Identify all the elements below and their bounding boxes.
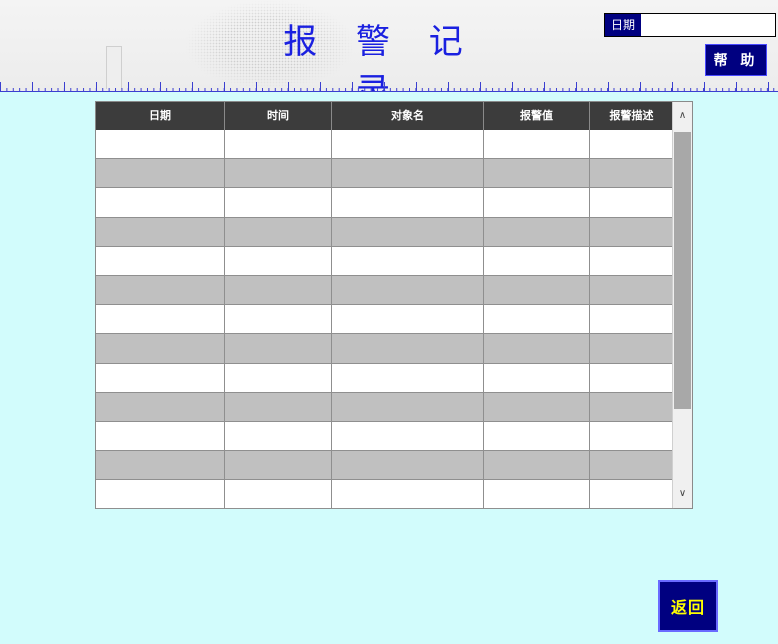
table-cell (225, 130, 332, 159)
table-cell (225, 480, 332, 509)
table-cell (96, 363, 225, 392)
table-cell (332, 246, 484, 275)
table-cell (332, 188, 484, 217)
header-banner: 报 警 记 录 日期 帮 助 (0, 0, 778, 92)
table-cell (96, 130, 225, 159)
vertical-scrollbar[interactable]: ∧ ∨ (672, 102, 692, 508)
table-row[interactable] (96, 159, 674, 189)
table-body (96, 130, 674, 510)
table-cell (590, 451, 674, 480)
column-header-alarm-value[interactable]: 报警值 (484, 102, 590, 130)
alarm-record-table[interactable]: 日期 时间 对象名 报警值 报警描述 ∧ ∨ (95, 101, 693, 510)
table-cell (96, 159, 225, 188)
table-cell (332, 275, 484, 305)
table-cell (96, 421, 225, 451)
table-cell (225, 363, 332, 392)
table-row[interactable] (96, 363, 674, 393)
ruler-baseline (0, 91, 778, 92)
chevron-down-icon[interactable]: ∨ (673, 480, 692, 508)
table-cell (484, 392, 590, 421)
table-cell (484, 480, 590, 509)
table-row[interactable] (96, 275, 674, 306)
table-row[interactable] (96, 188, 674, 218)
table-cell (590, 363, 674, 392)
table-cell (225, 305, 332, 334)
column-header-time[interactable]: 时间 (225, 102, 332, 130)
table-cell (484, 130, 590, 159)
table-cell (332, 421, 484, 451)
table-cell (332, 480, 484, 509)
table-cell (590, 159, 674, 188)
table-cell (96, 392, 225, 421)
table-cell (484, 451, 590, 480)
date-field[interactable]: 日期 (604, 13, 776, 37)
table-cell (332, 159, 484, 188)
back-button[interactable]: 返回 (658, 580, 718, 632)
page-title: 报 警 记 录 (283, 22, 477, 92)
table-header: 日期 时间 对象名 报警值 报警描述 (96, 102, 674, 130)
table-cell (96, 217, 225, 246)
date-label: 日期 (605, 14, 641, 36)
table-cell (590, 421, 674, 451)
table-cell (484, 275, 590, 305)
table-row[interactable] (96, 246, 674, 276)
table-cell (590, 246, 674, 275)
table-cell (96, 305, 225, 334)
table-cell (332, 217, 484, 246)
table-cell (484, 421, 590, 451)
table-cell (96, 334, 225, 363)
table-row[interactable] (96, 217, 674, 247)
table-cell (590, 392, 674, 421)
table-cell (590, 130, 674, 159)
table-row[interactable] (96, 334, 674, 364)
table-cell (225, 421, 332, 451)
table-row[interactable] (96, 451, 674, 481)
table-cell (96, 480, 225, 509)
help-button[interactable]: 帮 助 (705, 44, 767, 76)
table-cell (225, 188, 332, 217)
column-header-object-name[interactable]: 对象名 (332, 102, 484, 130)
table-cell (484, 363, 590, 392)
table-cell (484, 305, 590, 334)
table-cell (225, 275, 332, 305)
table-cell (96, 246, 225, 275)
table-cell (332, 305, 484, 334)
table-cell (484, 246, 590, 275)
column-header-alarm-description[interactable]: 报警描述 (590, 102, 674, 130)
table-cell (332, 392, 484, 421)
chevron-up-icon[interactable]: ∧ (673, 102, 692, 130)
table-cell (225, 246, 332, 275)
table-cell (590, 188, 674, 217)
table-row[interactable] (96, 305, 674, 335)
table-cell (590, 217, 674, 246)
table-cell (332, 451, 484, 480)
table-cell (332, 130, 484, 159)
table-cell (225, 159, 332, 188)
column-header-date[interactable]: 日期 (96, 102, 225, 130)
table-cell (96, 188, 225, 217)
table-cell (225, 451, 332, 480)
table-row[interactable] (96, 480, 674, 510)
table-cell (225, 217, 332, 246)
table-cell (590, 275, 674, 305)
table-cell (225, 334, 332, 363)
table-cell (590, 334, 674, 363)
table-cell (590, 480, 674, 509)
table-cell (332, 334, 484, 363)
table-cell (590, 305, 674, 334)
table-cell (225, 392, 332, 421)
table-row[interactable] (96, 130, 674, 160)
table-cell (96, 275, 225, 305)
table-cell (484, 217, 590, 246)
scrollbar-thumb[interactable] (674, 132, 691, 409)
table-cell (96, 451, 225, 480)
table-row[interactable] (96, 421, 674, 452)
table-cell (484, 159, 590, 188)
table-cell (484, 334, 590, 363)
table-cell (332, 363, 484, 392)
table-row[interactable] (96, 392, 674, 422)
table-cell (484, 188, 590, 217)
